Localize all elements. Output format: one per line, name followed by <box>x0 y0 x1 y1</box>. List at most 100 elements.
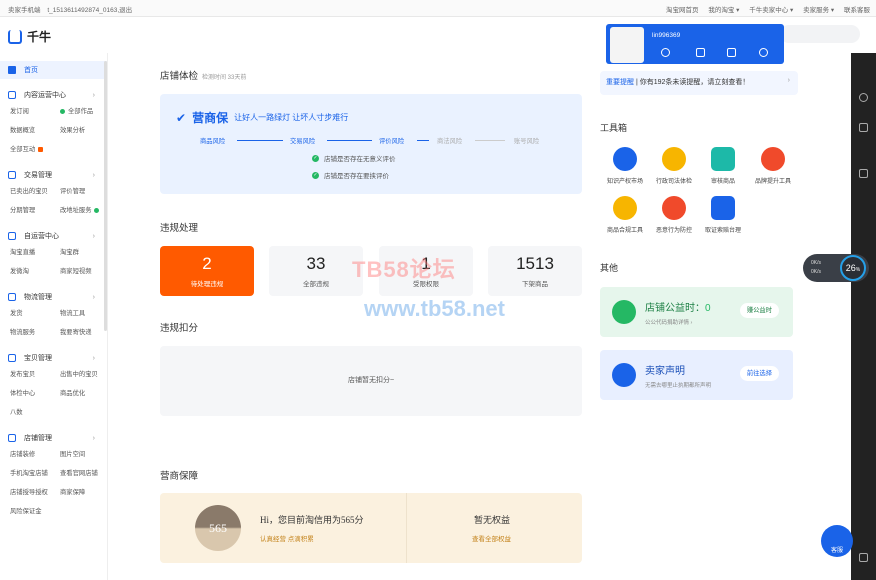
graduation-cap-icon <box>613 147 637 171</box>
stat-pending-violations[interactable]: 2 待处理违规 <box>160 246 254 296</box>
sidebar-link-interactions[interactable]: 全部互动 <box>10 140 60 159</box>
sidebar-link[interactable]: 手机淘宝店铺 <box>10 464 60 483</box>
customer-service-button[interactable]: 客服 <box>821 525 853 557</box>
step-review-risk[interactable]: 评价风险 <box>379 136 404 145</box>
step-legal-risk[interactable]: 商法风险 <box>437 136 462 145</box>
earn-charity-button[interactable]: 赚公益时 <box>739 303 779 318</box>
seller-service-menu[interactable]: 卖家服务 ▾ <box>803 7 834 14</box>
stat-delisted[interactable]: 1513 下架商品 <box>488 246 582 296</box>
stat-all-violations[interactable]: 33 全部违规 <box>269 246 363 296</box>
sidebar-link[interactable]: 店铺装修 <box>10 445 60 464</box>
sidebar-link[interactable]: 物流工具 <box>60 304 110 323</box>
sidebar-link[interactable]: 商家短视频 <box>60 262 110 281</box>
sidebar-link[interactable]: 物流服务 <box>10 323 60 342</box>
sidebar-link[interactable]: 发布宝贝 <box>10 365 60 384</box>
notes-icon[interactable] <box>859 123 868 132</box>
charity-card: 店铺公益时：0 公公代码捐助详情 › 赚公益时 <box>600 287 793 337</box>
sidebar-link[interactable]: 评价管理 <box>60 182 110 201</box>
sidebar-link[interactable]: 数据概览 <box>10 121 60 140</box>
tool-evidence-claim[interactable]: 取证索赔台理 <box>698 196 748 234</box>
clock-icon[interactable] <box>661 48 670 57</box>
sidebar-group-title[interactable]: 宝贝管理 › <box>0 351 107 365</box>
top-bar: 卖家手机端 t_1513611492874_0163,退出 淘宝网首页 我的淘宝… <box>0 0 876 17</box>
charity-sub[interactable]: 公公代码捐助详情 › <box>645 318 692 326</box>
tool-legal-check[interactable]: 行政司法体检 <box>649 147 699 185</box>
sidebar-link[interactable]: 八数 <box>10 403 60 422</box>
checkup-card: ✔ 营商保 让好人一路绿灯 让坏人寸步难行 商品风险 交易风险 评价风险 商法风… <box>160 94 582 194</box>
sidebar-link[interactable]: 店铺授导授权 <box>10 483 60 502</box>
user-popup: lin996369 <box>606 24 784 64</box>
sidebar-link[interactable]: 体检中心 <box>10 384 60 403</box>
sidebar-group-shop: 店铺管理 › 店铺装修 图片空间 手机淘宝店铺 查看官网店铺 店铺授导授权 商家保… <box>0 431 107 521</box>
step-line <box>327 140 372 141</box>
sidebar-link[interactable]: 已卖出的宝贝 <box>10 182 60 201</box>
sidebar-link[interactable]: 图片空间 <box>60 445 110 464</box>
back-to-top-icon[interactable] <box>859 553 868 562</box>
risk-steps: 商品风险 交易风险 评价风险 商法风险 账号风险 <box>200 136 540 146</box>
sidebar-link-all-works[interactable]: 全部作品 <box>60 102 110 121</box>
my-taobao-menu[interactable]: 我的淘宝 ▾ <box>708 7 739 14</box>
tool-label: 知识产权市场 <box>606 179 643 185</box>
app-logo[interactable]: 千牛 <box>8 28 51 45</box>
tool-malicious-control[interactable]: 恶意行为防控 <box>649 196 699 234</box>
chevron-right-icon: › <box>787 77 790 84</box>
search-input[interactable] <box>780 25 860 43</box>
notice-bar[interactable]: 重要提醒 | 你有192条未读提醒，请立刻查看！ › <box>600 71 798 95</box>
sidebar-group-title[interactable]: 交易管理 › <box>0 168 107 182</box>
sidebar-group-title[interactable]: 店铺管理 › <box>0 431 107 445</box>
speed-widget[interactable]: 0K/s 0K/s 26% <box>803 254 869 282</box>
sidebar-group-title[interactable]: 自运营中心 › <box>0 229 107 243</box>
sidebar-link[interactable]: 效果分析 <box>60 121 110 140</box>
divider <box>406 493 407 563</box>
sidebar-link-address[interactable]: 改地址服务 <box>60 201 110 220</box>
statement-title: 卖家声明 <box>645 366 685 377</box>
sidebar-group-goods: 宝贝管理 › 发布宝贝 出售中的宝贝 体检中心 商品优化 八数 <box>0 351 107 422</box>
check-item: ✓ 店铺是否存在无意义评价 <box>312 153 396 163</box>
other-title: 其他 <box>600 263 619 273</box>
rights-title: 暂无权益 <box>474 515 511 525</box>
sidebar-scrollbar[interactable] <box>104 61 107 331</box>
sidebar-group-title[interactable]: 内容运营中心 › <box>0 88 107 102</box>
content-icon <box>8 91 16 99</box>
sidebar-link[interactable]: 分期管理 <box>10 201 60 220</box>
tool-ip-market[interactable]: 知识产权市场 <box>600 147 650 185</box>
step-account-risk[interactable]: 账号风险 <box>514 136 539 145</box>
tool-compliance[interactable]: 商品合规工具 <box>600 196 650 234</box>
sidebar-link[interactable]: 我要寄快递 <box>60 323 110 342</box>
qianniu-logo-icon <box>8 29 22 44</box>
sidebar-link[interactable]: 发货 <box>10 304 60 323</box>
sidebar-group-title[interactable]: 物流管理 › <box>0 290 107 304</box>
tool-brand-boost[interactable]: 品牌提升工具 <box>748 147 798 185</box>
sidebar-link[interactable]: 淘宝群 <box>60 243 110 262</box>
sidebar-link[interactable]: 商品优化 <box>60 384 110 403</box>
rights-link[interactable]: 查看全部权益 <box>472 533 511 543</box>
phone-icon[interactable] <box>859 169 868 178</box>
sidebar-link[interactable]: 发微淘 <box>10 262 60 281</box>
sidebar-link[interactable]: 商家保障 <box>60 483 110 502</box>
sidebar-link[interactable]: 发订阅 <box>10 102 60 121</box>
group-title-label: 交易管理 <box>24 172 52 179</box>
search-icon[interactable] <box>759 48 768 57</box>
sidebar-link[interactable]: 查看官网店铺 <box>60 464 110 483</box>
avatar[interactable] <box>610 27 644 63</box>
taobao-home-link[interactable]: 淘宝网首页 <box>666 7 699 14</box>
contact-service-link[interactable]: 联系客服 <box>844 7 870 14</box>
calendar-icon[interactable] <box>727 48 736 57</box>
tool-review-goods[interactable]: 审核商品 <box>698 147 748 185</box>
seller-center-menu[interactable]: 千牛卖家中心 ▾ <box>749 7 793 14</box>
sidebar-group-self-op: 自运营中心 › 淘宝直播 淘宝群 发微淘 商家短视频 <box>0 229 107 281</box>
sidebar-link[interactable]: 风险保证金 <box>10 502 60 521</box>
account-logout-link[interactable]: t_1513611492874_0163,退出 <box>47 7 132 14</box>
sidebar-item-home[interactable]: 首页 <box>0 61 107 79</box>
briefcase-icon <box>613 196 637 220</box>
refresh-icon[interactable] <box>859 93 868 102</box>
sidebar-link[interactable]: 淘宝直播 <box>10 243 60 262</box>
notice-label: 重要提醒 <box>606 79 634 86</box>
credit-link[interactable]: 认真经营 点滴积累 <box>260 533 314 543</box>
step-goods-risk[interactable]: 商品风险 <box>200 136 225 145</box>
sidebar-link[interactable]: 出售中的宝贝 <box>60 365 110 384</box>
mobile-seller-link[interactable]: 卖家手机端 <box>8 7 41 14</box>
mail-icon[interactable] <box>696 48 705 57</box>
go-select-button[interactable]: 前往选择 <box>739 366 779 381</box>
step-trade-risk[interactable]: 交易风险 <box>290 136 315 145</box>
